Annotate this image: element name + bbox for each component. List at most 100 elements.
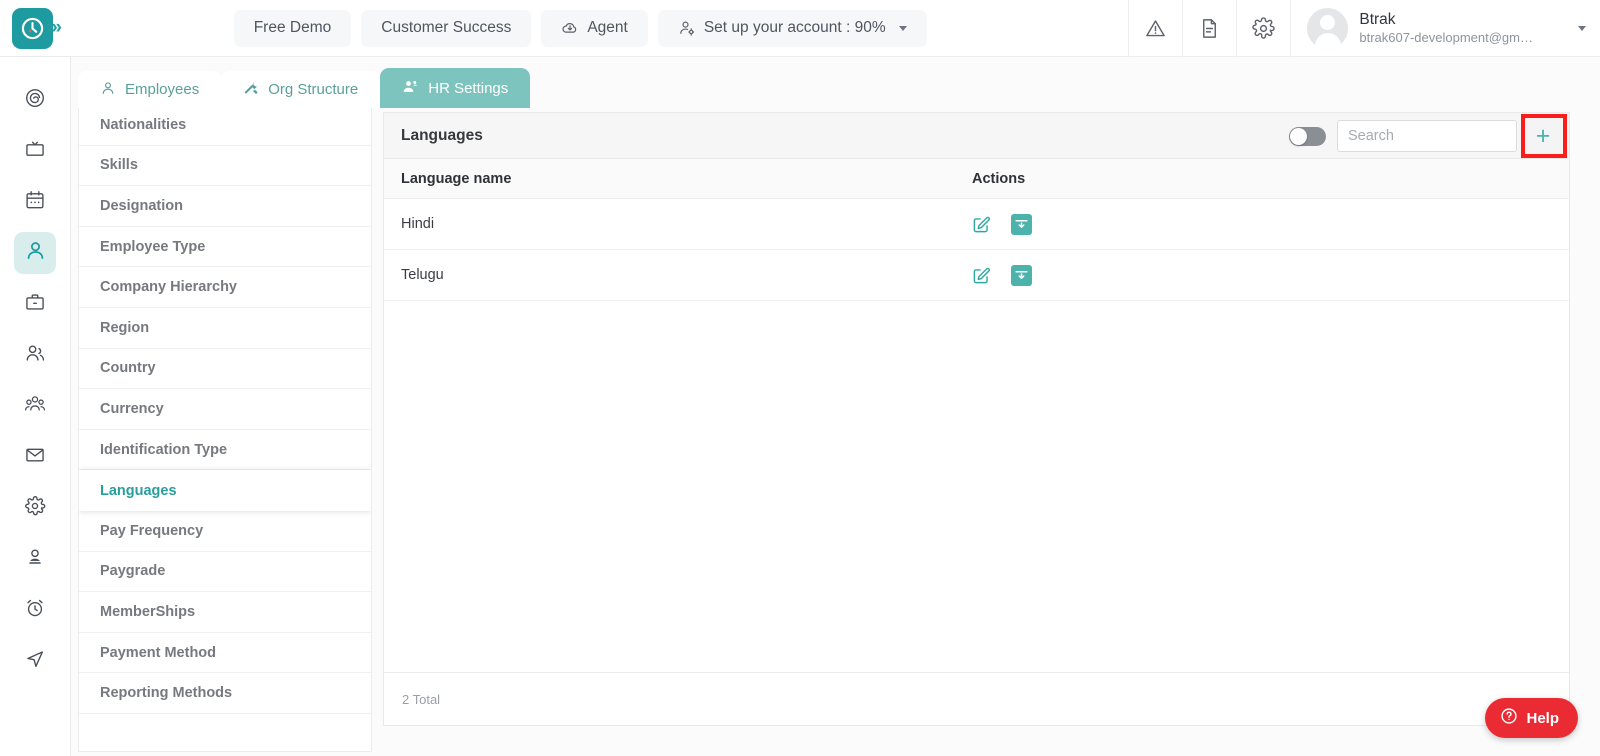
settings-item-memberships[interactable]: MemberShips — [79, 592, 371, 633]
table-header: Language name Actions — [384, 159, 1569, 199]
settings-item-label: Paygrade — [100, 563, 166, 580]
rail-item-monitor[interactable] — [14, 130, 56, 172]
settings-item-label: Employee Type — [100, 238, 206, 255]
panel-header-tools: + — [1289, 113, 1569, 159]
settings-item-pay-frequency[interactable]: Pay Frequency — [79, 511, 371, 552]
top-bar-right: Btrak btrak607-development@gm… — [1128, 0, 1600, 57]
app-root: ››› Free Demo Customer Success Agent Set… — [0, 0, 1600, 756]
settings-item-label: Payment Method — [100, 644, 217, 661]
left-nav-rail — [0, 57, 71, 756]
agent-label: Agent — [587, 19, 628, 36]
dashboard-spiral-icon — [24, 87, 46, 114]
rail-item-send[interactable] — [14, 640, 56, 682]
chevron-down-icon[interactable] — [1578, 25, 1586, 31]
search-input[interactable] — [1337, 120, 1517, 152]
customer-success-button[interactable]: Customer Success — [361, 9, 532, 47]
cell-actions — [972, 264, 1569, 286]
alarm-clock-icon — [24, 597, 46, 624]
tools-icon — [243, 80, 259, 100]
rail-item-profile[interactable] — [14, 538, 56, 580]
rail-item-dashboard[interactable] — [14, 79, 56, 121]
rail-item-alarm[interactable] — [14, 589, 56, 631]
settings-item-currency[interactable]: Currency — [79, 389, 371, 430]
table-row[interactable]: Telugu — [384, 250, 1569, 301]
cell-actions — [972, 213, 1569, 235]
rail-item-two-people[interactable] — [14, 334, 56, 376]
rail-item-group[interactable] — [14, 385, 56, 427]
warning-triangle-icon[interactable] — [1128, 0, 1182, 57]
settings-item-reporting-methods[interactable]: Reporting Methods — [79, 673, 371, 714]
gear-icon[interactable] — [1236, 0, 1290, 57]
user-email: btrak607-development@gm… — [1359, 29, 1533, 45]
settings-item-employee-type[interactable]: Employee Type — [79, 227, 371, 268]
total-count-label: 2 Total — [402, 691, 441, 707]
languages-panel: Languages + Language name Actions Hindi — [383, 112, 1570, 726]
rail-item-mail[interactable] — [14, 436, 56, 478]
cell-language-name: Hindi — [401, 216, 435, 232]
envelope-icon — [24, 444, 46, 471]
setup-account-button[interactable]: Set up your account : 90% — [657, 9, 927, 47]
avatar — [1307, 7, 1349, 49]
rail-item-briefcase[interactable] — [14, 283, 56, 325]
hr-settings-list: Nationalities Skills Designation Employe… — [78, 104, 372, 752]
show-archived-toggle[interactable] — [1289, 126, 1326, 146]
top-nav-buttons: Free Demo Customer Success Agent Set up … — [32, 9, 1128, 47]
edit-square-icon[interactable] — [972, 215, 991, 234]
user-menu[interactable]: Btrak btrak607-development@gm… — [1290, 0, 1600, 57]
settings-item-payment-method[interactable]: Payment Method — [79, 633, 371, 674]
archive-down-icon[interactable] — [1011, 264, 1032, 286]
column-header-language-name: Language name — [401, 170, 512, 187]
person-icon — [24, 239, 47, 267]
table-row[interactable]: Hindi — [384, 199, 1569, 250]
edit-square-icon[interactable] — [972, 266, 991, 285]
free-demo-label: Free Demo — [253, 19, 332, 36]
table-body: Hindi Telugu — [384, 199, 1569, 672]
rail-item-calendar[interactable] — [14, 181, 56, 223]
settings-item-label: Currency — [100, 400, 164, 417]
main-tabs: Employees Org Structure HR Settings — [78, 68, 531, 108]
settings-item-nationalities[interactable]: Nationalities — [79, 105, 371, 146]
gear-icon — [24, 495, 46, 522]
settings-item-label: MemberShips — [100, 603, 196, 620]
settings-item-company-hierarchy[interactable]: Company Hierarchy — [79, 267, 371, 308]
tab-org-structure[interactable]: Org Structure — [221, 71, 381, 108]
rail-item-settings[interactable] — [14, 487, 56, 529]
page-title: Languages — [401, 126, 483, 144]
tab-hr-settings[interactable]: HR Settings — [380, 68, 531, 108]
settings-item-label: Languages — [100, 482, 177, 499]
add-button-wrap: + — [1517, 113, 1569, 159]
rail-item-employees[interactable] — [14, 232, 56, 274]
archive-down-icon[interactable] — [1011, 213, 1032, 235]
settings-item-designation[interactable]: Designation — [79, 186, 371, 227]
settings-item-label: Identification Type — [100, 441, 228, 458]
agent-button[interactable]: Agent — [541, 9, 648, 47]
add-language-button[interactable]: + — [1524, 117, 1562, 155]
briefcase-icon — [24, 291, 46, 318]
settings-item-skills[interactable]: Skills — [79, 146, 371, 187]
top-bar: ››› Free Demo Customer Success Agent Set… — [0, 0, 1600, 57]
user-text: Btrak btrak607-development@gm… — [1359, 11, 1533, 46]
panel-header: Languages + — [384, 113, 1569, 159]
settings-item-paygrade[interactable]: Paygrade — [79, 552, 371, 593]
people-gear-icon — [402, 78, 419, 99]
tab-employees[interactable]: Employees — [78, 71, 222, 108]
tab-hr-settings-label: HR Settings — [428, 79, 509, 97]
calendar-icon — [24, 189, 46, 216]
settings-item-country[interactable]: Country — [79, 349, 371, 390]
settings-item-label: Reporting Methods — [100, 685, 233, 702]
document-icon[interactable] — [1182, 0, 1236, 57]
settings-item-region[interactable]: Region — [79, 308, 371, 349]
group-people-icon — [24, 393, 46, 420]
help-button[interactable]: Help — [1485, 698, 1578, 738]
tab-org-structure-label: Org Structure — [268, 81, 359, 98]
settings-item-label: Skills — [100, 157, 138, 174]
settings-item-identification-type[interactable]: Identification Type — [79, 430, 371, 471]
chevron-down-icon — [898, 25, 907, 31]
tab-employees-label: Employees — [125, 81, 200, 98]
two-people-icon — [24, 342, 46, 369]
settings-item-languages[interactable]: Languages — [79, 470, 371, 511]
free-demo-button[interactable]: Free Demo — [233, 9, 352, 47]
panel-footer: 2 Total — [384, 672, 1569, 725]
settings-item-label: Pay Frequency — [100, 522, 204, 539]
monitor-icon — [24, 138, 46, 165]
